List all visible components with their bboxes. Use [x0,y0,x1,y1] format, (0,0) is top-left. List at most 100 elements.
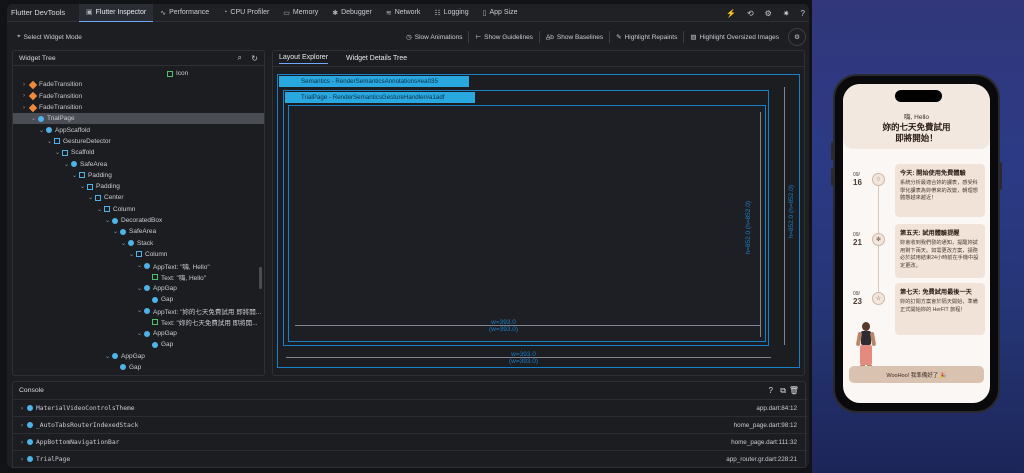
flash-icon[interactable]: ⚡ [726,9,736,18]
tree-row[interactable]: ⌄ AppText: "妳的七天免費試用 即將開... [13,305,261,316]
tree-row[interactable]: ⌄ DecoratedBox [13,215,162,226]
help-icon[interactable]: ? [801,9,805,18]
bug-icon[interactable]: ✷ [783,9,790,18]
console-row-location[interactable]: home_page.dart:111:32 [731,439,797,446]
console-row[interactable]: › MaterialVideoControlsTheme app.dart:84:1… [13,399,807,416]
tree-row[interactable]: ⌄ Column [13,204,135,215]
help-icon[interactable]: ? [769,386,773,395]
widget-icon [112,217,118,224]
tree-row[interactable]: Gap [13,362,141,373]
tab-label: Debugger [341,9,372,16]
chevron-right-icon[interactable]: › [17,405,27,412]
chevron-right-icon[interactable]: › [17,422,27,429]
tree-row[interactable]: ⌄ SafeArea [13,158,107,169]
tree-row[interactable]: ⌄ AppGap [13,283,177,294]
tree-row[interactable]: Icon [13,68,188,79]
chevron-right-icon[interactable]: › [17,439,27,446]
chevron-down-icon[interactable]: ⌄ [105,217,112,224]
history-icon[interactable]: ⟲ [747,9,754,18]
chevron-down-icon[interactable]: ⌄ [39,127,46,134]
chevron-down-icon[interactable]: ⌄ [47,138,54,145]
chevron-down-icon[interactable]: ⌄ [121,240,128,247]
tree-row[interactable]: ⌄ AppGap [13,351,145,362]
tree-row[interactable]: ⌄ SafeArea [13,226,156,237]
tree-row[interactable]: Gap [13,339,173,350]
tree-row-label: AppGap [153,330,177,338]
inspector-settings-button[interactable]: ⚙ [788,28,806,46]
tab-flutter-inspector[interactable]: ▣ Flutter Inspector [79,4,154,22]
show-guidelines-button[interactable]: ⊢ Show Guidelines [469,28,538,46]
tab-cpu-profiler[interactable]: ◔ CPU Profiler [216,4,276,22]
tree-row[interactable]: ⌄ TrialPage [13,113,264,125]
highlight-repaints-button[interactable]: ✎ Highlight Repaints [610,28,683,46]
copy-icon[interactable]: ⧉ [780,386,786,396]
tree-row-label: AppGap [121,352,145,360]
highlight-oversized-images-button[interactable]: ▨ Highlight Oversized Images [684,28,785,46]
inspector-icon: ▣ [86,9,93,16]
woohoo-start-button[interactable]: WooHoo! 我準備好了 🎉 [849,366,984,383]
tree-row[interactable]: ⌄ AppText: "嗨, Hello" [13,260,210,271]
chevron-down-icon[interactable]: ⌄ [72,172,79,179]
tab-logging[interactable]: ☷ Logging [427,4,475,22]
console-row[interactable]: › AppBottomNavigationBar home_page.dart:11… [13,433,807,450]
chevron-down-icon[interactable]: ⌄ [97,206,104,213]
timeline-card: 第五天: 試用體驗提醒 妳會收到我們發的通知，提醒妳試用剩下兩天。如需更改方案，請… [895,224,985,278]
chevron-down-icon[interactable]: ⌄ [137,262,144,269]
tree-row[interactable]: ⌄ AppScaffold [13,125,90,136]
tree-row[interactable]: ⌄ GestureDetector [13,136,111,147]
tree-row[interactable]: ⌄ Scaffold [13,147,94,158]
tree-row[interactable]: › FadeTransition [13,91,82,102]
tab-memory[interactable]: ▭ Memory [276,4,325,22]
search-icon[interactable]: ⌕ [238,53,242,63]
chevron-down-icon[interactable]: ⌄ [137,307,144,314]
chevron-down-icon[interactable]: ⌄ [64,161,71,168]
tree-scrollbar[interactable] [259,267,262,289]
chevron-down-icon[interactable]: ⌄ [105,353,112,360]
chevron-down-icon[interactable]: ⌄ [88,194,95,201]
chevron-down-icon[interactable]: ⌄ [113,228,120,235]
tree-row[interactable]: Gap [13,294,173,305]
show-baselines-button[interactable]: A̲b Show Baselines [540,28,609,46]
console-row[interactable]: › _AutoTabsRouterIndexedStack home_page.da… [13,416,807,433]
chevron-down-icon[interactable]: ⌄ [129,251,136,258]
tab-widget-details-tree[interactable]: Widget Details Tree [346,55,407,62]
chevron-right-icon[interactable]: › [17,456,27,463]
tree-row[interactable]: Text: "妳的七天免費試用 即將開... [13,317,258,328]
tree-row[interactable]: ⌄ Column [13,249,167,260]
phone-simulator: 嗨, Hello 妳的七天免費試用 即將開始！ 09/16 ♢ 今天: 開始使用免費體… [831,74,1002,413]
delete-icon[interactable]: 🗑 [789,386,799,395]
refresh-icon[interactable]: ↻ [251,54,258,63]
tab-network[interactable]: ≋ Network [379,4,428,22]
console-row-location[interactable]: home_page.dart:98:12 [734,422,797,429]
tree-row[interactable]: ⌄ AppGap [13,328,177,339]
chevron-down-icon[interactable]: ⌄ [137,330,144,337]
tree-row[interactable]: › FadeTransition [13,79,82,90]
tab-label: Performance [169,9,210,16]
chevron-down-icon[interactable]: ⌄ [137,285,144,292]
baselines-icon: A̲b [545,33,554,41]
headline: 妳的七天免費試用 即將開始！ [843,122,990,143]
tree-row[interactable]: ⌄ Center [13,192,124,203]
select-widget-mode-button[interactable]: ⌖ Select Widget Mode [11,28,88,46]
tab-debugger[interactable]: ✱ Debugger [325,4,379,22]
tree-row[interactable]: ⌄ Padding [13,181,120,192]
tab-layout-explorer[interactable]: Layout Explorer [279,54,329,64]
tab-app-size[interactable]: ▯ App Size [476,4,525,22]
tree-row[interactable]: ⌄ Padding [13,170,112,181]
chevron-down-icon[interactable]: ⌄ [31,115,38,122]
tree-row[interactable]: Text: "嗨, Hello" [13,271,206,282]
console-row-location[interactable]: app.dart:84:12 [756,405,797,412]
console-row-location[interactable]: app_router.gr.dart:228:21 [726,456,797,463]
phone-screen: 嗨, Hello 妳的七天免費試用 即將開始！ 09/16 ♢ 今天: 開始使用免費體… [843,84,990,403]
inner-width-value: w=393.0 [491,319,516,326]
trialpage-box: TrialPage - RenderSemanticsGestureHandle… [283,90,769,346]
chevron-down-icon[interactable]: ⌄ [80,183,87,190]
outer-height-label: h=852.0 (h=852.0) [788,185,795,239]
tree-row[interactable]: ⌄ Stack [13,238,153,249]
settings-icon[interactable]: ⚙ [765,9,772,18]
tab-performance[interactable]: ∿ Performance [153,4,216,22]
slow-animations-button[interactable]: ◷ Slow Animations [400,28,468,46]
tree-row[interactable]: › FadeTransition [13,102,82,113]
chevron-down-icon[interactable]: ⌄ [55,149,62,156]
console-row[interactable]: › TrialPage app_router.gr.dart:228:21 [13,450,807,467]
